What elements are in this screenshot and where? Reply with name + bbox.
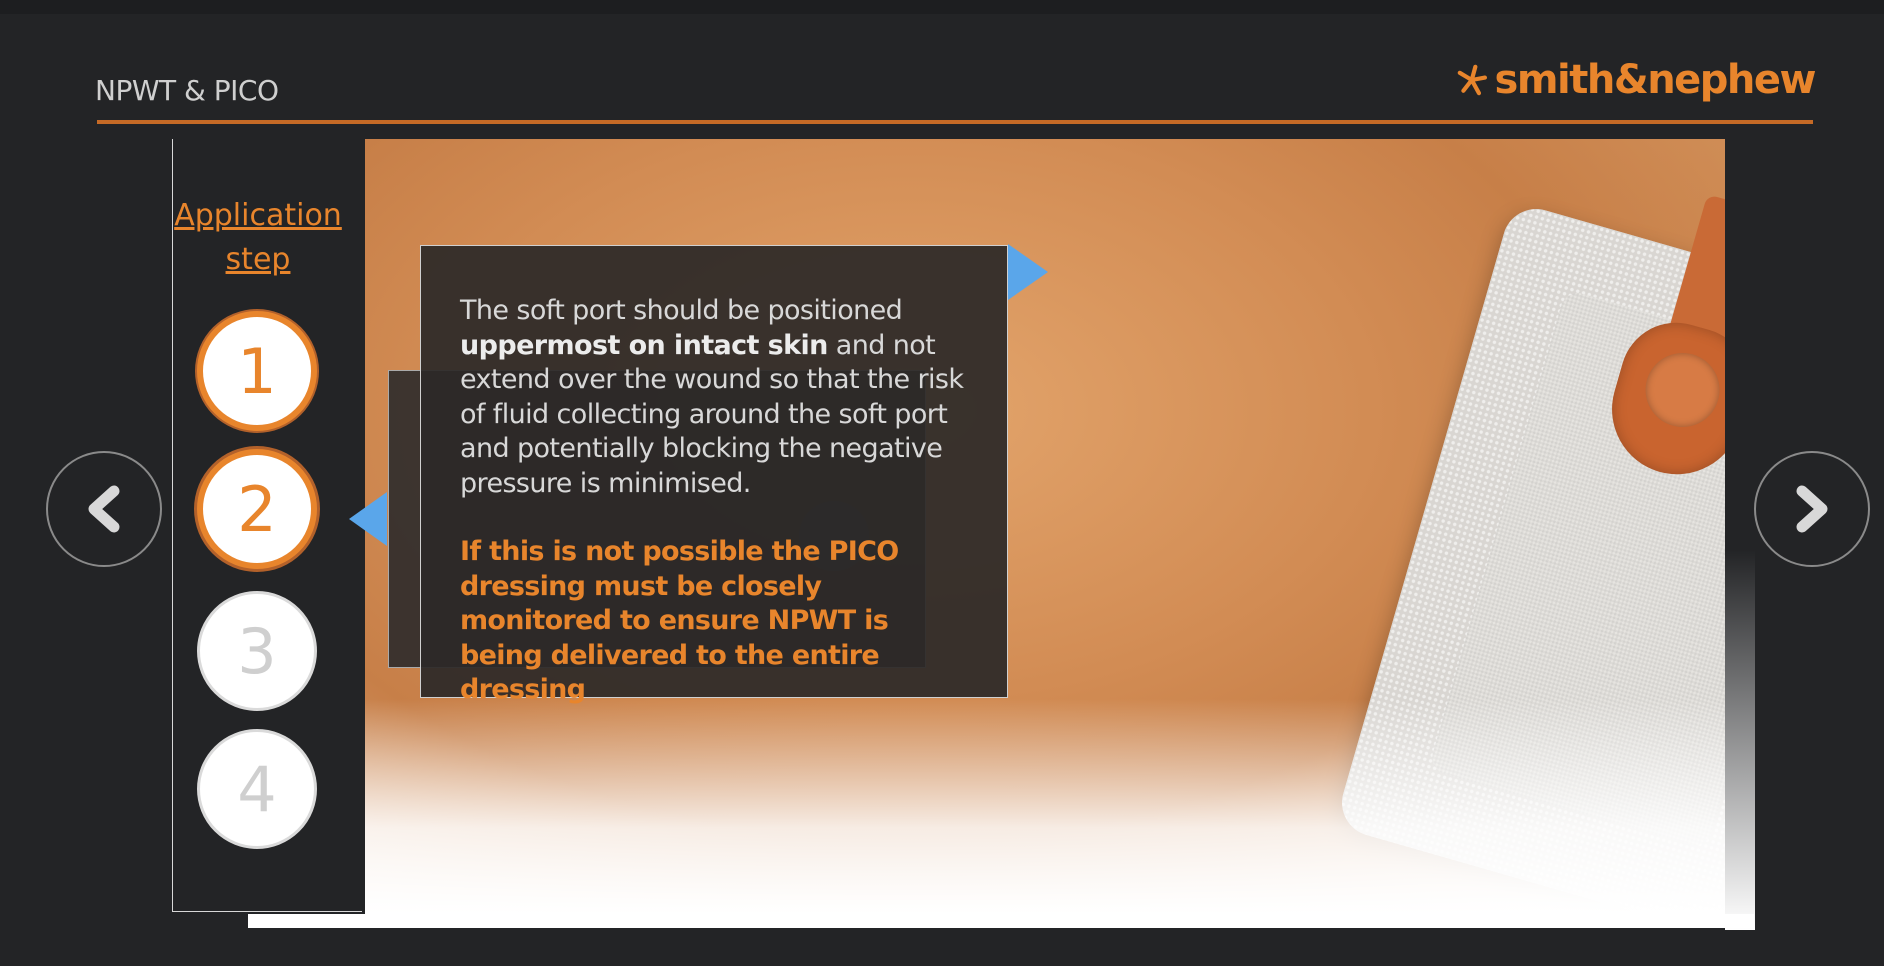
steps-panel: Application step 1 2 3 4 — [172, 139, 362, 912]
steps-title: Application step — [173, 194, 343, 282]
step-3-label: 3 — [237, 614, 277, 688]
info-card: The soft port should be positioned upper… — [420, 245, 1008, 705]
step-1-button[interactable]: 1 — [197, 311, 317, 431]
steps-title-line2: step — [225, 242, 291, 277]
starburst-logo-icon — [1457, 64, 1488, 96]
info-text-part1: The soft port should be positioned — [460, 295, 903, 326]
warning-text: If this is not possible the PICO dressin… — [460, 536, 899, 705]
step-2-label: 2 — [237, 472, 277, 546]
previous-button[interactable] — [46, 451, 162, 567]
step-pointer-icon — [349, 492, 387, 546]
step-3-button[interactable]: 3 — [197, 591, 317, 711]
brand-name: smith&nephew — [1494, 57, 1817, 103]
info-text-bold: uppermost on intact skin — [460, 329, 828, 361]
next-button[interactable] — [1754, 451, 1870, 567]
bottom-edge — [248, 914, 1754, 928]
step-4-label: 4 — [237, 752, 277, 826]
chevron-right-icon — [1796, 485, 1828, 533]
card-pointer-icon — [1008, 244, 1048, 300]
info-text: The soft port should be positioned upper… — [460, 294, 967, 501]
chevron-left-icon — [88, 485, 120, 533]
steps-title-line1: Application — [174, 198, 342, 233]
step-2-button[interactable]: 2 — [197, 449, 317, 569]
photo-fade — [365, 699, 1725, 914]
step-1-label: 1 — [237, 334, 277, 408]
course-title: NPWT & PICO — [95, 74, 279, 107]
step-4-button[interactable]: 4 — [197, 729, 317, 849]
brand-logo: smith&nephew — [1455, 50, 1817, 110]
header-divider — [97, 120, 1813, 124]
side-shadow — [1725, 550, 1755, 930]
